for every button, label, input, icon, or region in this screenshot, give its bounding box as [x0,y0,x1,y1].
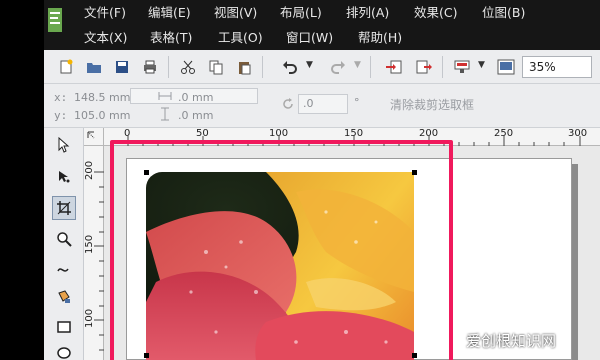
x-label: x: [54,91,68,104]
freehand-tool-icon[interactable] [53,258,75,280]
cut-icon[interactable] [178,57,198,77]
rectangle-tool-icon[interactable] [53,316,75,338]
menu-arrange[interactable]: 排列(A) [346,2,389,21]
menu-file[interactable]: 文件(F) [84,2,126,21]
smart-fill-icon[interactable] [53,286,75,308]
menu-table[interactable]: 表格(T) [150,27,192,46]
pick-tool-icon[interactable] [53,134,75,156]
coreldraw-logo-icon [48,8,62,32]
menu-edit[interactable]: 编辑(E) [148,2,191,21]
vertical-ruler[interactable]: 200 150 100 [84,146,104,360]
zoom-level-field[interactable]: 35% [522,56,592,78]
open-icon[interactable] [84,57,104,77]
watermark-text: 爱创根知识网 [466,332,557,350]
publish-icon[interactable] [452,57,472,77]
toolbar-separator [168,56,169,78]
toolbox [44,128,84,360]
ruler-h-tick-label: 150 [344,128,364,139]
toolbar-separator [442,56,443,78]
width-icon [158,92,172,100]
ruler-h-tick-label: 100 [269,128,289,139]
app-launcher-icon[interactable] [496,57,516,77]
ruler-h-tick-label: 250 [494,128,514,139]
paste-icon[interactable] [234,57,254,77]
export-icon[interactable] [414,57,434,77]
new-icon[interactable] [56,57,76,77]
ruler-h-tick-label: 50 [196,128,209,139]
shape-tool-icon[interactable] [53,166,75,188]
rotation-field[interactable]: .0 [298,94,348,114]
standard-toolbar: ▼ ▼ ▼ 35% [44,50,600,84]
crop-tool-icon[interactable] [52,196,76,220]
menu-text[interactable]: 文本(X) [84,27,127,46]
print-icon[interactable] [140,57,160,77]
ruler-h-tick-label: 300 [568,128,588,139]
width-field[interactable]: .0 mm [178,91,213,104]
redo-icon[interactable] [328,57,348,77]
property-bar: x: 148.5 mm y: 105.0 mm .0 mm .0 mm .0 °… [44,84,600,128]
undo-dropdown-icon[interactable]: ▼ [306,60,313,70]
ruler-origin[interactable] [84,128,104,146]
highlight-frame [110,140,453,360]
ruler-h-tick-label: 0 [124,128,131,139]
menu-layout[interactable]: 布局(L) [280,2,322,21]
copy-icon[interactable] [206,57,226,77]
ellipse-tool-icon[interactable] [53,342,75,360]
ruler-h-tick-label: 200 [419,128,439,139]
toolbar-separator [370,56,371,78]
clear-crop-marquee-button[interactable]: 清除裁剪选取框 [390,96,474,113]
save-icon[interactable] [112,57,132,77]
ruler-v-tick-label: 150 [84,234,95,254]
zoom-tool-icon[interactable] [53,228,75,250]
page-shadow [572,164,578,360]
menu-help[interactable]: 帮助(H) [358,27,402,46]
import-icon[interactable] [384,57,404,77]
undo-icon[interactable] [280,57,300,77]
y-position-field[interactable]: 105.0 mm [74,109,130,122]
menu-bitmap[interactable]: 位图(B) [482,2,525,21]
menu-bar: 文件(F) 编辑(E) 视图(V) 布局(L) 排列(A) 效果(C) 位图(B… [44,0,600,50]
left-dark-strip [0,0,44,360]
height-field[interactable]: .0 mm [178,109,213,122]
menu-window[interactable]: 窗口(W) [286,27,333,46]
rotation-icon [283,98,293,109]
y-label: y: [54,109,68,122]
menu-effects[interactable]: 效果(C) [414,2,457,21]
ruler-v-tick-label: 200 [84,160,95,180]
height-icon [161,107,169,121]
degree-symbol: ° [354,96,360,109]
menu-view[interactable]: 视图(V) [214,2,257,21]
ruler-v-tick-label: 100 [84,308,95,328]
x-position-field[interactable]: 148.5 mm [74,91,130,104]
toolbar-separator [262,56,263,78]
menu-tools[interactable]: 工具(O) [218,27,263,46]
redo-dropdown-icon[interactable]: ▼ [354,60,361,70]
rotation-value: .0 [303,97,314,110]
publish-dropdown-icon[interactable]: ▼ [478,60,485,70]
